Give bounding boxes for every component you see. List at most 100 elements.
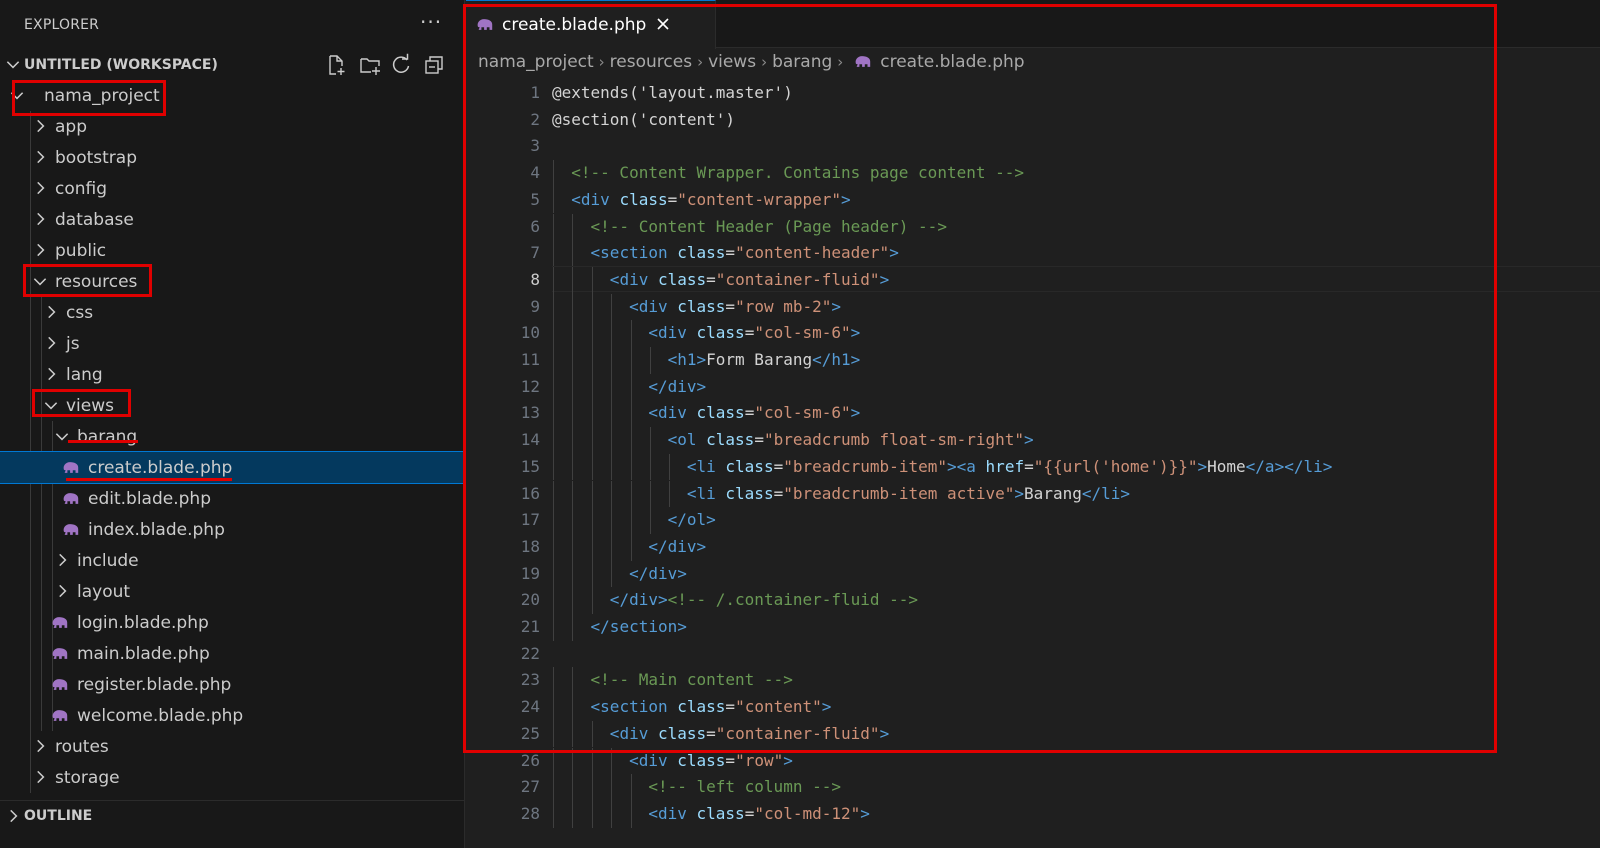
tree-file-login-blade[interactable]: login.blade.php [0,607,464,638]
indent-guide [572,507,574,534]
tree-item-label: include [77,551,139,571]
code-line[interactable]: <!-- Main content --> [552,670,793,689]
refresh-icon[interactable] [389,53,413,77]
code-line[interactable]: <div class="col-sm-6"> [552,323,860,342]
ellipsis-icon[interactable]: ··· [420,10,442,34]
indent-guide [650,507,651,534]
tree-file-register-blade[interactable]: register.blade.php [0,669,464,700]
indent-guide [572,266,574,294]
collapse-all-icon[interactable] [422,53,446,77]
tree-folder-include[interactable]: include [0,545,464,576]
tree-file-create-blade[interactable]: create.blade.php [0,451,464,484]
indent-guide [553,533,554,561]
tree-item-label: js [66,334,80,354]
tree-folder-barang[interactable]: barang [0,421,464,452]
chevron-right-icon [37,739,45,753]
tree-folder-routes[interactable]: routes [0,731,464,762]
indent-guide [611,293,613,321]
code-line[interactable]: <ol class="breadcrumb float-sm-right"> [552,430,1034,449]
tree-file-edit-blade[interactable]: edit.blade.php [0,483,464,514]
tree-folder-resources[interactable]: resources [0,266,464,297]
code-line[interactable]: <!-- Content Header (Page header) --> [552,217,947,236]
tree-folder-app[interactable]: app [0,111,464,142]
code-line[interactable]: @extends('layout.master') [552,83,793,102]
code-line[interactable]: <div class="row mb-2"> [552,297,841,316]
new-folder-icon[interactable] [358,53,382,77]
indent-guide [572,213,574,241]
code-line[interactable]: </ol> [552,510,716,529]
indent-guide [591,453,593,481]
tree-folder-storage[interactable]: storage [0,762,464,793]
line-number: 21 [520,617,540,636]
code-line[interactable]: <!-- Content Wrapper. Contains page cont… [552,163,1024,182]
line-number: 14 [520,430,540,450]
tree-file-main-blade[interactable]: main.blade.php [0,638,464,669]
code-line[interactable]: <section class="content-header"> [552,243,899,262]
code-line[interactable]: <div class="col-sm-6"> [552,403,860,422]
chevron-right-icon [37,119,45,133]
indent-guide [611,533,613,561]
indent-guide [650,453,651,481]
indent-guide [572,373,574,401]
line-number: 1 [530,83,540,102]
tree-file-index-blade[interactable]: index.blade.php [0,514,464,545]
tree-item-label: nama_project [44,86,160,106]
code-line[interactable]: @section('content') [552,110,735,129]
chevron-right-icon [48,336,56,350]
code-line[interactable]: <div class="container-fluid"> [552,270,889,289]
indent-guide [591,347,593,374]
outline-label: OUTLINE [24,808,93,824]
tree-folder-layout[interactable]: layout [0,576,464,607]
chevron-down-icon [33,278,47,286]
code-line[interactable]: <div class="container-fluid"> [552,724,889,743]
tree-folder-config[interactable]: config [0,173,464,204]
indent-guide [572,480,574,508]
breadcrumb-item[interactable]: create.blade.php [880,52,1024,72]
indent-guide [553,186,554,214]
code-line[interactable]: </div> [552,537,706,556]
tab-label: create.blade.php [502,15,647,35]
tree-folder-js[interactable]: js [0,328,464,359]
indent-guide [572,427,574,454]
tree-item-label: barang [77,427,138,447]
indent-guide [611,427,613,454]
tree-item-label: config [55,179,108,199]
workspace-header[interactable]: UNTITLED (WORKSPACE) [0,52,464,78]
code-line[interactable]: <section class="content"> [552,697,832,716]
tree-file-welcome-blade[interactable]: welcome.blade.php [0,700,464,731]
code-line[interactable]: </div> [552,377,706,396]
indent-guide [630,774,632,801]
code-line[interactable]: <div class="col-md-12"> [552,804,870,823]
tree-folder-public[interactable]: public [0,235,464,266]
indent-guide [572,614,574,641]
breadcrumb-item[interactable]: nama_project [478,52,594,72]
tree-folder-css[interactable]: css [0,297,464,328]
indent-guide [553,213,554,241]
code-line[interactable]: </div><!-- /.container-fluid --> [552,590,918,609]
close-icon[interactable] [652,13,674,35]
tree-folder-views[interactable]: views [0,390,464,421]
tree-folder-database[interactable]: database [0,204,464,235]
tree-folder-nama-project[interactable]: nama_project [0,80,464,111]
indent-guide [591,533,593,561]
new-file-icon[interactable] [324,53,348,77]
breadcrumb-item[interactable]: views [708,52,756,72]
tab-create-blade[interactable]: create.blade.php [466,0,716,49]
line-number: 3 [530,136,540,156]
code-line[interactable]: <!-- left column --> [552,777,841,796]
code-line[interactable]: <div class="content-wrapper"> [552,190,850,209]
indent-guide [572,453,574,481]
line-number: 13 [520,403,540,423]
tree-folder-lang[interactable]: lang [0,359,464,390]
code-line[interactable]: <div class="row"> [552,751,793,770]
code-line[interactable]: <li class="breadcrumb-item active">Baran… [552,484,1130,503]
breadcrumb-item[interactable]: barang [772,52,832,72]
tree-item-label: welcome.blade.php [77,706,244,726]
tree-folder-bootstrap[interactable]: bootstrap [0,142,464,173]
outline-section-header[interactable]: OUTLINE [0,800,464,830]
breadcrumb-item[interactable]: resources [610,52,692,72]
chevron-right-icon [48,367,56,381]
line-number: 2 [530,109,540,129]
indent-guide [553,587,554,614]
code-line[interactable]: <h1>Form Barang</h1> [552,350,861,369]
